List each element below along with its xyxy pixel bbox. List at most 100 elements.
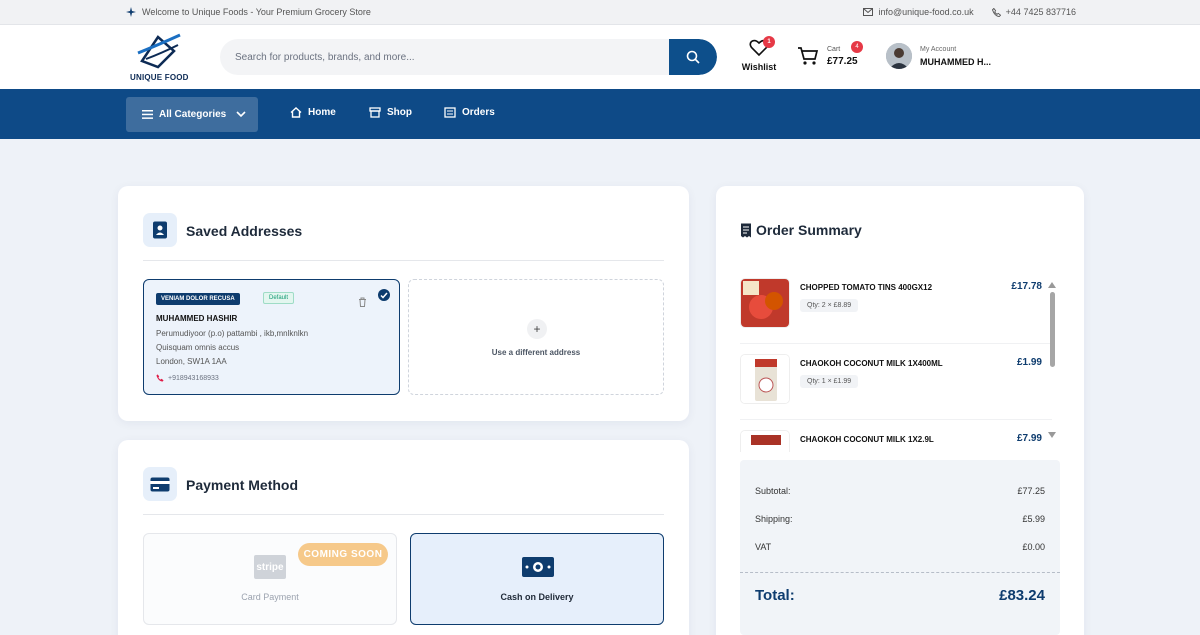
vat-row: VAT £0.00 (755, 542, 1045, 552)
order-totals: Subtotal: £77.25 Shipping: £5.99 VAT £0.… (740, 460, 1060, 635)
address-phone-text: +918943168933 (168, 374, 219, 382)
all-categories-label: All Categories (159, 109, 227, 120)
header: UNIQUE FOOD 1 Wishlist 4 Cart £77.25 My … (0, 25, 1200, 89)
address-line-3: London, SW1A 1AA (156, 357, 227, 366)
total-value: £83.24 (999, 587, 1045, 604)
total-label: Total: (755, 587, 795, 604)
product-image (740, 278, 790, 328)
saved-addresses-title: Saved Addresses (186, 223, 303, 239)
stripe-logo-icon: stripe (254, 555, 286, 579)
cash-on-delivery-option[interactable]: Cash on Delivery (410, 533, 664, 625)
shipping-label: Shipping: (755, 514, 793, 524)
card-payment-option[interactable]: COMING SOON stripe Card Payment (143, 533, 397, 625)
welcome-message: Welcome to Unique Foods - Your Premium G… (126, 7, 371, 17)
scroll-up-icon (1048, 282, 1056, 288)
order-item: CHOPPED TOMATO TINS 400GX12 Qty: 2 × £8.… (740, 268, 1052, 344)
store-icon (369, 107, 381, 118)
search-bar (220, 39, 717, 75)
address-tag: VENIAM DOLOR RECUSA (156, 293, 240, 305)
order-summary-card: Order Summary CHOPPED TOMATO TINS 400GX1… (716, 186, 1084, 635)
totals-divider (740, 572, 1060, 573)
product-image (740, 430, 790, 452)
menu-icon (142, 110, 153, 119)
credit-card-icon (143, 467, 177, 501)
all-categories-button[interactable]: All Categories (126, 97, 258, 132)
default-badge: Default (263, 292, 295, 304)
nav-orders[interactable]: Orders (444, 107, 495, 118)
welcome-text: Welcome to Unique Foods - Your Premium G… (142, 7, 371, 17)
phone-text: +44 7425 837716 (1005, 7, 1076, 17)
address-phone: +918943168933 (156, 374, 219, 382)
order-item: CHAOKOH COCONUT MILK 1X400ML Qty: 1 × £1… (740, 344, 1052, 420)
avatar (886, 43, 912, 69)
scroll-down-icon (1048, 432, 1056, 438)
email-link[interactable]: info@unique-food.co.uk (863, 7, 974, 17)
trash-icon (359, 297, 366, 307)
email-text: info@unique-food.co.uk (878, 7, 974, 17)
chevron-down-icon (236, 111, 246, 118)
logo-emblem-icon (137, 33, 181, 69)
items-scrollbar[interactable] (1048, 282, 1056, 438)
account-label: My Account (920, 46, 957, 53)
phone-icon (991, 7, 1001, 17)
account-name: MUHAMMED H... (920, 57, 991, 67)
sparkle-icon (126, 7, 136, 17)
vat-value: £0.00 (1022, 542, 1045, 552)
product-price: £1.99 (1016, 357, 1042, 368)
phone-icon (156, 374, 164, 382)
search-input[interactable] (220, 39, 660, 75)
order-summary-title: Order Summary (756, 222, 862, 238)
subtotal-label: Subtotal: (755, 486, 791, 496)
wishlist-button[interactable]: 1 Wishlist (740, 36, 778, 72)
cart-icon (798, 47, 819, 65)
address-line-2: Quisquam omnis accus (156, 343, 240, 352)
cart-count-badge: 4 (851, 41, 863, 53)
cash-icon (522, 557, 554, 577)
product-name: CHOPPED TOMATO TINS 400GX12 (800, 283, 933, 292)
product-name: CHAOKOH COCONUT MILK 1X400ML (800, 359, 943, 368)
scrollbar-thumb[interactable] (1050, 292, 1055, 367)
nav-shop[interactable]: Shop (369, 107, 412, 118)
cart-label: Cart (827, 46, 841, 53)
address-book-icon (143, 213, 177, 247)
nav-home[interactable]: Home (290, 107, 336, 118)
card-payment-label: Card Payment (241, 592, 299, 602)
subtotal-value: £77.25 (1017, 486, 1045, 496)
wishlist-label: Wishlist (741, 62, 777, 72)
cash-on-delivery-label: Cash on Delivery (500, 592, 574, 602)
orders-icon (444, 107, 456, 118)
search-button[interactable] (669, 39, 717, 75)
cart-total: £77.25 (827, 56, 858, 67)
order-item: CHAOKOH COCONUT MILK 1X2.9L £7.99 (740, 420, 1052, 452)
nav-home-label: Home (308, 107, 336, 118)
total-row: Total: £83.24 (755, 587, 1045, 604)
wishlist-count-badge: 1 (763, 36, 775, 48)
shipping-row: Shipping: £5.99 (755, 514, 1045, 524)
main-nav: All Categories Home Shop Orders (0, 89, 1200, 139)
contact-info: info@unique-food.co.uk +44 7425 837716 (863, 7, 1076, 17)
product-quantity: Qty: 2 × £8.89 (800, 299, 859, 312)
home-icon (290, 107, 302, 118)
phone-link[interactable]: +44 7425 837716 (991, 7, 1076, 17)
coming-soon-badge: COMING SOON (298, 543, 388, 566)
product-name: CHAOKOH COCONUT MILK 1X2.9L (800, 435, 934, 444)
use-different-address-button[interactable]: + Use a different address (408, 279, 664, 395)
product-image (740, 354, 790, 404)
top-bar: Welcome to Unique Foods - Your Premium G… (0, 0, 1200, 25)
delete-address-button[interactable] (358, 294, 367, 312)
address-line-1: Perumudiyoor (p.o) pattambi , ikb,mnlknl… (156, 329, 309, 338)
payment-method-title: Payment Method (186, 477, 299, 493)
subtotal-row: Subtotal: £77.25 (755, 486, 1045, 496)
shipping-value: £5.99 (1022, 514, 1045, 524)
section-divider (143, 260, 664, 261)
mail-icon (863, 8, 874, 16)
saved-address-card[interactable]: VENIAM DOLOR RECUSA Default MUHAMMED HAS… (143, 279, 400, 395)
product-price: £17.78 (1011, 281, 1042, 292)
site-logo[interactable]: UNIQUE FOOD (128, 31, 198, 82)
receipt-icon (741, 223, 751, 237)
saved-addresses-card: Saved Addresses VENIAM DOLOR RECUSA Defa… (118, 186, 689, 421)
order-items-list: CHOPPED TOMATO TINS 400GX12 Qty: 2 × £8.… (740, 268, 1060, 452)
search-icon (686, 50, 700, 64)
order-summary-header: Order Summary (740, 222, 862, 238)
product-price: £7.99 (1016, 433, 1042, 444)
